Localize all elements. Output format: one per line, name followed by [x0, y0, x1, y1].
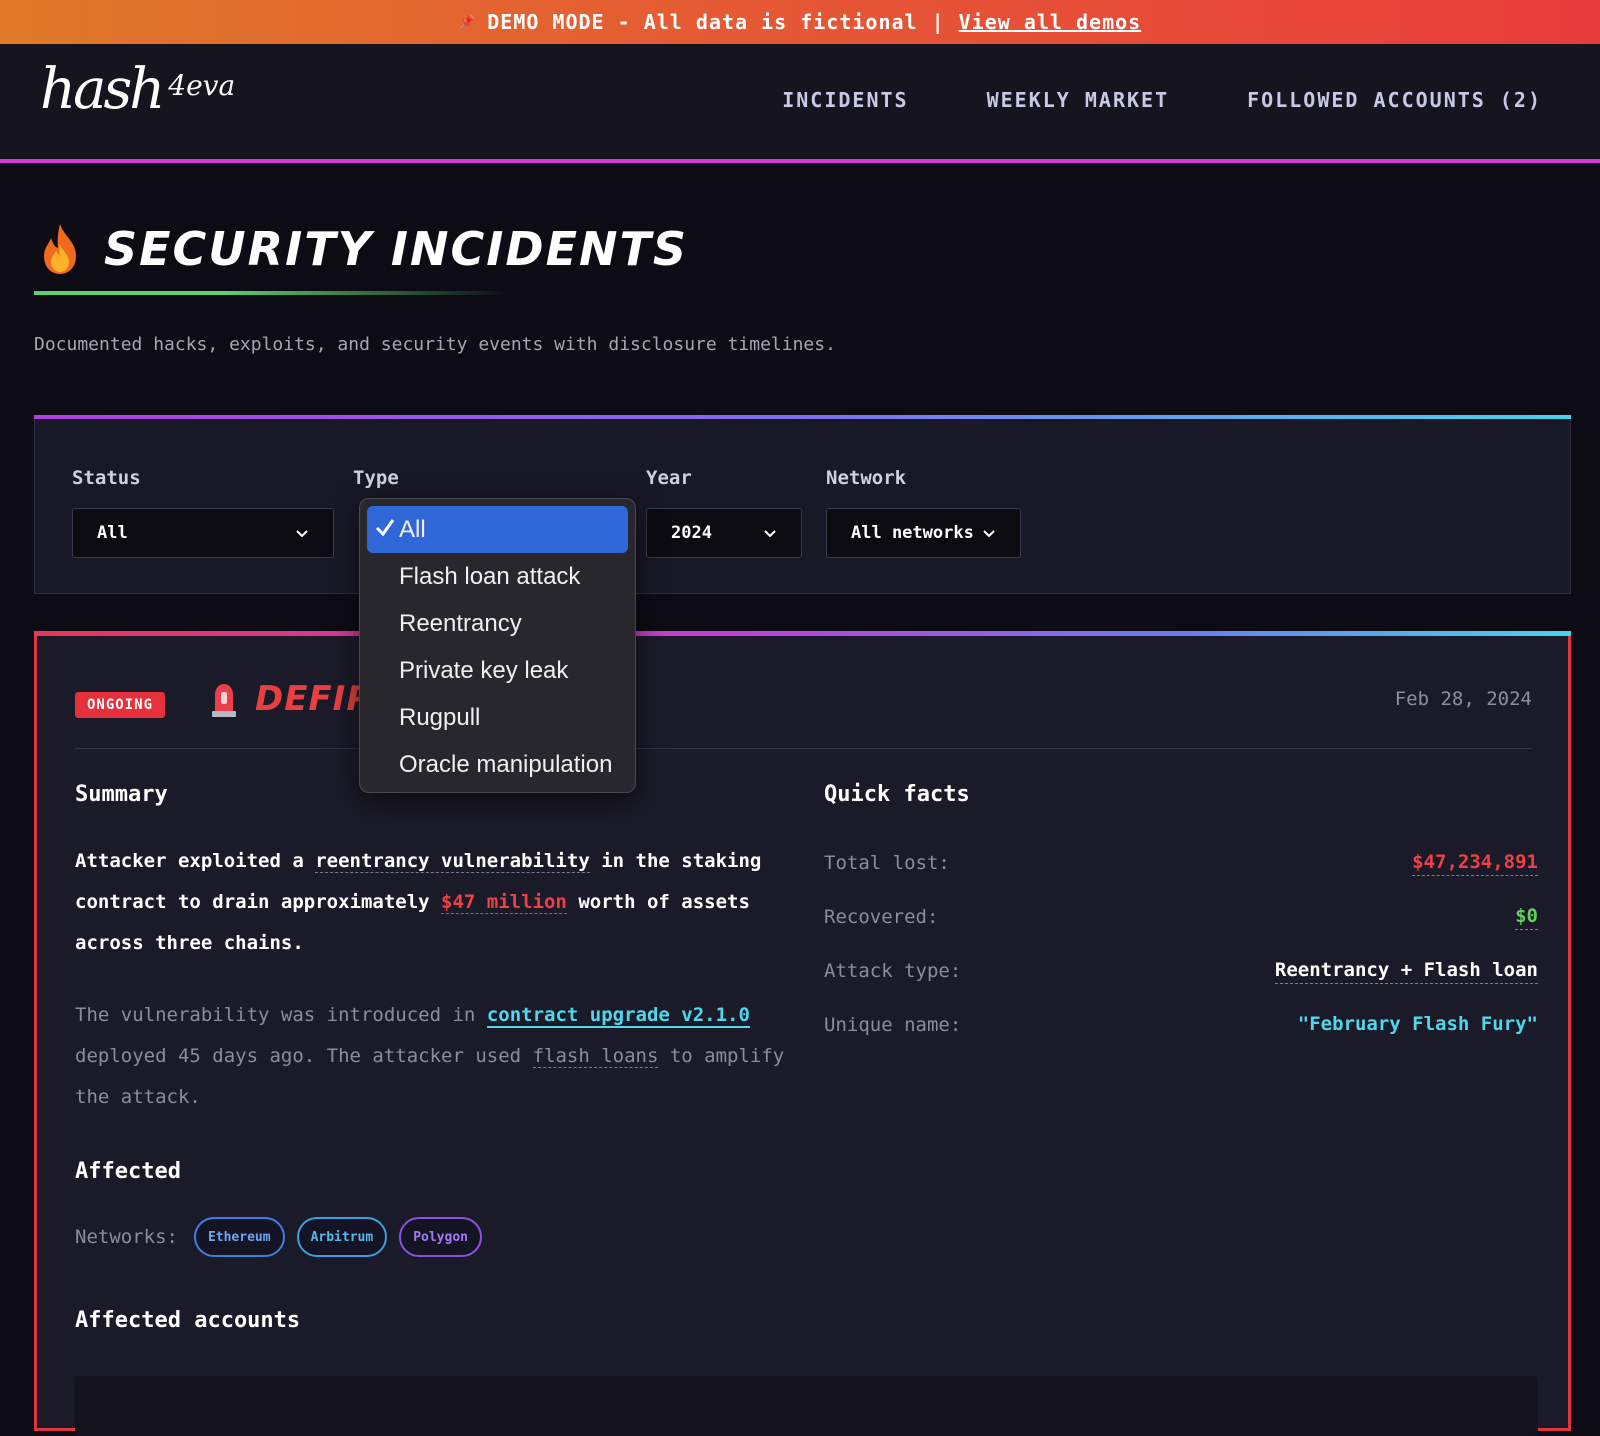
type-option-label: All: [399, 515, 426, 543]
title-underline: [34, 291, 509, 295]
type-option-label: Private key leak: [399, 656, 569, 684]
fact-value: Reentrancy + Flash loan: [1274, 959, 1538, 984]
page-title-text: SECURITY INCIDENTS: [104, 222, 689, 276]
details-text: deployed 45 days ago. The attacker used: [75, 1045, 533, 1067]
type-option-oracle-manipulation[interactable]: Oracle manipulation: [367, 741, 628, 788]
fact-label: Total lost:: [824, 852, 950, 874]
checkmark-icon: [375, 519, 395, 537]
type-option-all[interactable]: All: [367, 506, 628, 553]
demo-banner-text: DEMO MODE - All data is fictional: [487, 10, 918, 34]
details-text: The vulnerability was introduced in: [75, 1004, 487, 1026]
logo-suffix-text: 4eva: [168, 69, 236, 102]
network-chip-arbitrum[interactable]: Arbitrum: [296, 1217, 388, 1257]
fact-recovered: Recovered: $0: [824, 902, 1538, 932]
incident-date: Feb 28, 2024: [1394, 688, 1532, 710]
fact-label: Attack type:: [824, 960, 962, 982]
network-chip-ethereum[interactable]: Ethereum: [193, 1217, 285, 1257]
year-select-value: 2024: [671, 523, 712, 543]
siren-icon: [212, 684, 236, 717]
demo-banner: 📌 DEMO MODE - All data is fictional | Vi…: [0, 0, 1600, 44]
affected-accounts-heading: Affected accounts: [75, 1308, 301, 1333]
type-select-dropdown: All Flash loan attack Reentrancy Private…: [359, 498, 636, 793]
year-select[interactable]: 2024: [646, 508, 802, 558]
logo-main-text: hash: [40, 57, 165, 122]
logo[interactable]: hash 4eva: [40, 62, 235, 118]
type-option-label: Flash loan attack: [399, 562, 581, 590]
network-select-value: All networks: [851, 523, 974, 543]
type-option-label: Reentrancy: [399, 609, 522, 637]
status-select-value: All: [97, 523, 128, 543]
page-subtitle: Documented hacks, exploits, and security…: [34, 334, 836, 355]
flame-icon: [44, 224, 76, 274]
year-filter-label: Year: [646, 467, 692, 489]
network-select[interactable]: All networks: [826, 508, 1021, 558]
fact-total-lost: Total lost: $47,234,891: [824, 848, 1538, 878]
divider: [75, 748, 1532, 749]
type-option-label: Oracle manipulation: [399, 750, 613, 778]
summary-paragraph: Attacker exploited a reentrancy vulnerab…: [75, 841, 795, 964]
fact-label: Unique name:: [824, 1014, 962, 1036]
status-select[interactable]: All: [72, 508, 334, 558]
demo-banner-separator: |: [931, 10, 945, 34]
filter-panel: Status Type Year Network All 2024 All ne…: [34, 415, 1571, 594]
quick-facts-heading: Quick facts: [824, 782, 970, 807]
fact-value: "February Flash Fury": [1297, 1013, 1538, 1035]
nav-incidents[interactable]: INCIDENTS: [782, 88, 908, 112]
site-header: hash 4eva INCIDENTS WEEKLY MARKET FOLLOW…: [0, 44, 1600, 163]
nav-followed-accounts[interactable]: FOLLOWED ACCOUNTS (2): [1247, 88, 1542, 112]
fact-value: $0: [1515, 905, 1538, 930]
reentrancy-highlight: reentrancy vulnerability: [315, 850, 590, 873]
chevron-down-icon: [983, 530, 995, 538]
type-filter-label: Type: [353, 467, 399, 489]
networks-row: Networks: Ethereum Arbitrum Polygon: [75, 1217, 482, 1257]
page-title: SECURITY INCIDENTS: [36, 222, 688, 276]
pin-icon: 📌: [458, 14, 478, 30]
fact-attack-type: Attack type: Reentrancy + Flash loan: [824, 956, 1538, 986]
view-all-demos-link[interactable]: View all demos: [959, 10, 1142, 34]
nav-weekly-market[interactable]: WEEKLY MARKET: [987, 88, 1170, 112]
network-chip-polygon[interactable]: Polygon: [399, 1217, 482, 1257]
summary-text: Attacker exploited a: [75, 850, 316, 872]
contract-upgrade-link[interactable]: contract upgrade v2.1.0: [486, 1004, 750, 1028]
fact-value: $47,234,891: [1412, 851, 1538, 876]
main-nav: INCIDENTS WEEKLY MARKET FOLLOWED ACCOUNT…: [782, 88, 1542, 112]
status-badge: ONGOING: [75, 692, 166, 718]
status-filter-label: Status: [72, 467, 141, 489]
networks-label: Networks:: [75, 1226, 178, 1248]
chevron-down-icon: [296, 530, 308, 538]
summary-heading: Summary: [75, 782, 168, 807]
affected-heading: Affected: [75, 1159, 181, 1184]
amount-highlight: $47 million: [441, 891, 567, 914]
network-filter-label: Network: [826, 467, 907, 489]
affected-accounts-list: [75, 1376, 1538, 1436]
type-option-flash-loan-attack[interactable]: Flash loan attack: [367, 553, 628, 600]
type-option-rugpull[interactable]: Rugpull: [367, 694, 628, 741]
type-option-private-key-leak[interactable]: Private key leak: [367, 647, 628, 694]
type-option-reentrancy[interactable]: Reentrancy: [367, 600, 628, 647]
chevron-down-icon: [764, 530, 776, 538]
flash-loans-highlight: flash loans: [532, 1045, 659, 1068]
fact-label: Recovered:: [824, 906, 939, 928]
incident-card: ONGOING DEFIPR Feb 28, 2024 Summary Atta…: [34, 631, 1571, 1436]
type-option-label: Rugpull: [399, 703, 481, 731]
fact-unique-name: Unique name: "February Flash Fury": [824, 1010, 1538, 1040]
details-paragraph: The vulnerability was introduced in cont…: [75, 995, 795, 1118]
